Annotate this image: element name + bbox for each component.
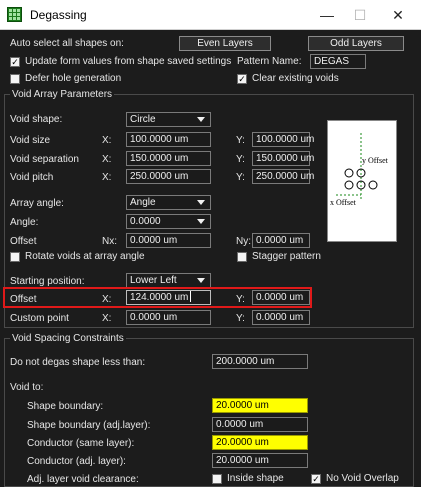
conductor-same-label: Conductor (same layer): (27, 438, 135, 449)
offset-row-y-label: Y: (236, 294, 245, 305)
void-pitch-label: Void pitch (10, 172, 54, 183)
custom-point-label: Custom point (10, 313, 69, 324)
ny-label: Ny: (236, 236, 251, 247)
stagger-pattern-checkbox[interactable] (237, 252, 247, 262)
offset-y-input[interactable]: 0.0000 um (252, 290, 310, 305)
void-pitch-y-input[interactable]: 250.0000 um (252, 169, 314, 184)
array-angle-label: Array angle: (10, 198, 64, 209)
defer-hole-label: Defer hole generation (25, 73, 122, 84)
odd-layers-button[interactable]: Odd Layers (308, 36, 404, 51)
nx-label: Nx: (102, 236, 117, 247)
void-spacing-group-title: Void Spacing Constraints (10, 333, 126, 344)
x-offset-text: x Offset (330, 198, 357, 207)
update-form-checkbox[interactable]: ✓ (10, 57, 20, 67)
void-circle (368, 180, 378, 190)
void-size-x-label: X: (102, 135, 112, 146)
angle-label: Angle: (10, 217, 39, 228)
maximize-button[interactable]: ☐ (345, 4, 375, 26)
void-pattern-preview-drawing: y Offset x Offset (330, 133, 389, 207)
starting-position-value: Lower Left (130, 275, 177, 286)
shape-boundary-adj-input[interactable]: 0.0000 um (212, 417, 308, 432)
custom-y-input[interactable]: 0.0000 um (252, 310, 310, 325)
void-size-y-input[interactable]: 100.0000 um (252, 132, 314, 147)
void-separation-y-input[interactable]: 150.0000 um (252, 151, 314, 166)
check-icon: ✓ (11, 57, 19, 67)
y-offset-text: y Offset (362, 156, 389, 165)
check-icon: ✓ (312, 474, 320, 484)
conductor-adj-input[interactable]: 20.0000 um (212, 453, 308, 468)
void-shape-select[interactable]: Circle (126, 112, 211, 127)
clear-voids-checkbox[interactable]: ✓ (237, 74, 247, 84)
text-caret (190, 291, 192, 302)
void-to-label: Void to: (10, 382, 44, 393)
array-angle-select[interactable]: Angle (126, 195, 211, 210)
close-button[interactable]: ✕ (383, 4, 413, 26)
void-pitch-x-input[interactable]: 250.0000 um (126, 169, 211, 184)
offset-label: Offset (10, 236, 37, 247)
void-shape-label: Void shape: (10, 114, 63, 125)
starting-position-select[interactable]: Lower Left (126, 273, 211, 288)
chevron-down-icon (197, 200, 205, 205)
title-bar: Degassing — ☐ ✕ (0, 0, 421, 30)
shape-boundary-label: Shape boundary: (27, 401, 104, 412)
min-shape-label: Do not degas shape less than: (10, 357, 146, 368)
inside-shape-label: Inside shape (227, 473, 284, 484)
pattern-name-input[interactable]: DEGAS (310, 54, 366, 69)
auto-select-label: Auto select all shapes on: (10, 38, 124, 49)
update-form-label: Update form values from shape saved sett… (25, 56, 232, 67)
stagger-pattern-label: Stagger pattern (252, 251, 321, 262)
rotate-voids-checkbox[interactable] (10, 252, 20, 262)
void-separation-x-input[interactable]: 150.0000 um (126, 151, 211, 166)
custom-x-label: X: (102, 313, 112, 324)
chevron-down-icon (197, 278, 205, 283)
angle-value: 0.0000 (130, 216, 161, 227)
minimize-button[interactable]: — (312, 4, 342, 26)
custom-y-label: Y: (236, 313, 245, 324)
pattern-name-label: Pattern Name: (237, 56, 302, 67)
conductor-adj-label: Conductor (adj. layer): (27, 456, 126, 467)
app-grid-icon (7, 7, 22, 22)
conductor-same-input[interactable]: 20.0000 um (212, 435, 308, 450)
no-overlap-checkbox[interactable]: ✓ (311, 474, 321, 484)
ny-input[interactable]: 0.0000 um (252, 233, 310, 248)
array-angle-value: Angle (130, 197, 156, 208)
adj-clearance-label: Adj. layer void clearance: (27, 474, 139, 485)
void-separation-y-label: Y: (236, 154, 245, 165)
even-layers-button[interactable]: Even Layers (179, 36, 271, 51)
void-separation-x-label: X: (102, 154, 112, 165)
clear-voids-label: Clear existing voids (252, 73, 339, 84)
angle-select[interactable]: 0.0000 (126, 214, 211, 229)
void-separation-label: Void separation (10, 154, 79, 165)
inside-shape-checkbox[interactable] (212, 474, 222, 484)
min-shape-input[interactable]: 200.0000 um (212, 354, 308, 369)
shape-boundary-input[interactable]: 20.0000 um (212, 398, 308, 413)
window-title: Degassing (30, 8, 87, 22)
offset-x-value: 124.0000 um (130, 292, 189, 303)
void-size-label: Void size (10, 135, 51, 146)
check-icon: ✓ (238, 74, 246, 84)
void-circle (344, 180, 354, 190)
rotate-voids-label: Rotate voids at array angle (25, 251, 145, 262)
no-overlap-label: No Void Overlap (326, 473, 399, 484)
shape-boundary-adj-label: Shape boundary (adj.layer): (27, 420, 151, 431)
void-size-y-label: Y: (236, 135, 245, 146)
defer-hole-checkbox[interactable] (10, 74, 20, 84)
chevron-down-icon (197, 117, 205, 122)
nx-input[interactable]: 0.0000 um (126, 233, 211, 248)
void-pitch-x-label: X: (102, 172, 112, 183)
void-array-group-title: Void Array Parameters (10, 89, 115, 100)
offset-row-x-label: X: (102, 294, 112, 305)
offset-row-label: Offset (10, 294, 37, 305)
void-pitch-y-label: Y: (236, 172, 245, 183)
void-circle (344, 168, 354, 178)
custom-x-input[interactable]: 0.0000 um (126, 310, 211, 325)
offset-x-input[interactable]: 124.0000 um (126, 290, 211, 305)
chevron-down-icon (197, 219, 205, 224)
starting-position-label: Starting position: (10, 276, 85, 287)
void-shape-value: Circle (130, 114, 156, 125)
void-size-x-input[interactable]: 100.0000 um (126, 132, 211, 147)
void-pattern-preview: y Offset x Offset (327, 120, 397, 242)
